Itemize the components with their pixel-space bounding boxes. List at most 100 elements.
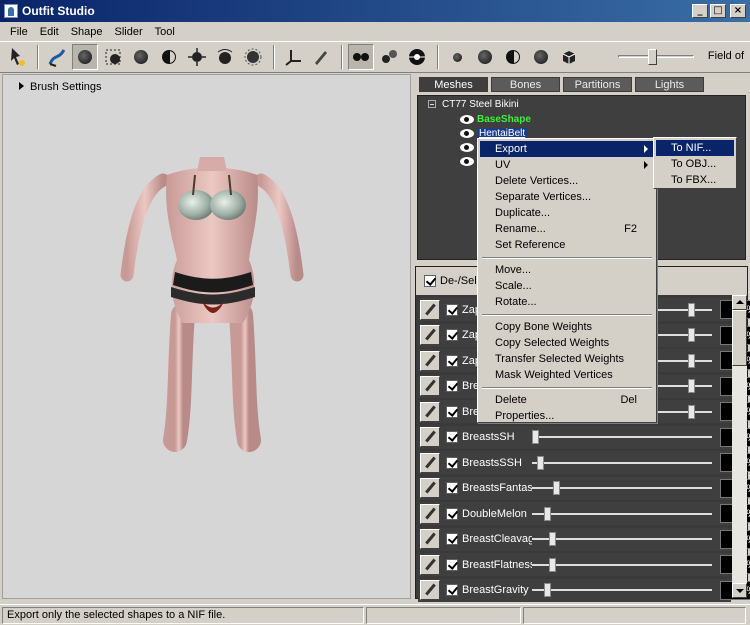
- slider-checkbox[interactable]: [446, 380, 458, 392]
- 3d-viewport[interactable]: Brush Settings: [2, 74, 411, 599]
- tree-node-hidden[interactable]: [460, 143, 477, 152]
- slider-knob[interactable]: [544, 506, 552, 521]
- menu-item-delete[interactable]: Delete Del: [480, 392, 654, 408]
- slider-checkbox[interactable]: [446, 584, 458, 596]
- menu-edit[interactable]: Edit: [34, 26, 65, 38]
- field-of-view-thumb[interactable]: [648, 49, 657, 65]
- slider-knob[interactable]: [549, 557, 557, 572]
- light-toggle-button[interactable]: [444, 44, 470, 70]
- slider-checkbox[interactable]: [446, 507, 458, 520]
- menu-slider[interactable]: Slider: [109, 26, 149, 38]
- slider-track[interactable]: [532, 583, 712, 597]
- slider-knob[interactable]: [687, 353, 695, 368]
- edit-slider-pencil-icon[interactable]: [420, 401, 440, 422]
- visibility-eye-icon[interactable]: [460, 115, 474, 124]
- slider-checkbox[interactable]: [446, 533, 458, 545]
- pivot-tool-button[interactable]: [280, 44, 306, 70]
- slider-checkbox[interactable]: [446, 405, 458, 418]
- menu-item-properties[interactable]: Properties...: [480, 408, 654, 424]
- maximize-button[interactable]: □: [710, 4, 726, 18]
- segment-mode-button[interactable]: [376, 44, 402, 70]
- scroll-up-icon[interactable]: [732, 295, 747, 310]
- tree-root[interactable]: CT77 Steel Bikini: [428, 99, 519, 110]
- slider-track[interactable]: [532, 455, 712, 470]
- slider-checkbox[interactable]: [446, 431, 458, 443]
- slider-knob[interactable]: [687, 404, 695, 419]
- slider-knob[interactable]: [537, 455, 545, 470]
- minimize-button[interactable]: _: [692, 4, 708, 18]
- slider-knob[interactable]: [687, 328, 695, 342]
- shade-toggle-button[interactable]: [500, 44, 526, 70]
- edit-slider-pencil-icon[interactable]: [420, 427, 440, 447]
- deflate-brush-button[interactable]: [156, 44, 182, 70]
- menu-item-scale[interactable]: Scale...: [480, 278, 654, 294]
- slider-checkbox[interactable]: [446, 303, 458, 316]
- pencil-tool-button[interactable]: [308, 44, 334, 70]
- edit-slider-pencil-icon[interactable]: [420, 478, 440, 498]
- select-tool-button[interactable]: [4, 44, 30, 70]
- slider-checkbox[interactable]: [446, 456, 458, 469]
- visibility-eye-icon[interactable]: [460, 143, 474, 152]
- slider-checkbox[interactable]: [446, 354, 458, 367]
- submenu-item-to-nif[interactable]: To NIF...: [656, 140, 734, 156]
- menu-item-transfer-selected-weights[interactable]: Transfer Selected Weights: [480, 351, 654, 367]
- slider-checkbox[interactable]: [446, 329, 458, 341]
- edit-slider-pencil-icon[interactable]: [420, 299, 440, 320]
- slider-track[interactable]: [532, 481, 712, 495]
- weight-brush-button[interactable]: [240, 44, 266, 70]
- menu-shape[interactable]: Shape: [65, 26, 109, 38]
- edit-slider-pencil-icon[interactable]: [420, 580, 440, 600]
- vertex-mode-button[interactable]: [348, 44, 374, 70]
- slider-track[interactable]: [532, 506, 712, 521]
- slider-track[interactable]: [532, 532, 712, 546]
- mask-brush-button[interactable]: [100, 44, 126, 70]
- menu-item-copy-selected-weights[interactable]: Copy Selected Weights: [480, 335, 654, 351]
- menu-item-copy-bone-weights[interactable]: Copy Bone Weights: [480, 319, 654, 335]
- menu-item-set-reference[interactable]: Set Reference: [480, 237, 654, 253]
- slider-checkbox[interactable]: [446, 482, 458, 494]
- menu-item-move[interactable]: Move...: [480, 262, 654, 278]
- solid-toggle-button[interactable]: [528, 44, 554, 70]
- menu-item-uv[interactable]: UV: [480, 157, 654, 173]
- edit-slider-pencil-icon[interactable]: [420, 503, 440, 524]
- tree-node-hidden[interactable]: [460, 157, 477, 166]
- tab-meshes[interactable]: Meshes: [419, 77, 488, 92]
- collapse-icon[interactable]: [428, 100, 436, 108]
- submenu-item-to-obj[interactable]: To OBJ...: [656, 156, 734, 172]
- smooth-brush-button[interactable]: [212, 44, 238, 70]
- slider-knob[interactable]: [687, 302, 695, 317]
- visibility-eye-icon[interactable]: [460, 129, 474, 138]
- menu-item-mask-weighted-vertices[interactable]: Mask Weighted Vertices: [480, 367, 654, 383]
- slider-knob[interactable]: [532, 430, 539, 444]
- menu-file[interactable]: File: [4, 26, 34, 38]
- menu-item-export[interactable]: Export: [480, 141, 654, 157]
- move-brush-button[interactable]: [184, 44, 210, 70]
- slider-knob[interactable]: [544, 583, 552, 597]
- slider-knob[interactable]: [552, 481, 560, 495]
- tab-partitions[interactable]: Partitions: [563, 77, 632, 92]
- slider-track[interactable]: [532, 557, 712, 572]
- edit-slider-pencil-icon[interactable]: [420, 529, 440, 549]
- wireframe-toggle-button[interactable]: [404, 44, 430, 70]
- field-of-view-slider[interactable]: [618, 49, 694, 65]
- edit-slider-pencil-icon[interactable]: [420, 350, 440, 371]
- tree-node-baseshape[interactable]: BaseShape: [460, 114, 531, 125]
- menu-tool[interactable]: Tool: [149, 26, 181, 38]
- tab-bones[interactable]: Bones: [491, 77, 560, 92]
- menu-item-separate-vertices[interactable]: Separate Vertices...: [480, 189, 654, 205]
- edit-slider-pencil-icon[interactable]: [420, 452, 440, 473]
- menu-item-rotate[interactable]: Rotate...: [480, 294, 654, 310]
- menu-item-rename[interactable]: Rename... F2: [480, 221, 654, 237]
- scroll-down-icon[interactable]: [732, 583, 747, 598]
- tab-lights[interactable]: Lights: [635, 77, 704, 92]
- submenu-item-to-fbx[interactable]: To FBX...: [656, 172, 734, 188]
- close-button[interactable]: ×: [730, 4, 746, 18]
- brush-standard-button[interactable]: [72, 44, 98, 70]
- slider-checkbox[interactable]: [446, 558, 458, 571]
- edit-slider-pencil-icon[interactable]: [420, 325, 440, 345]
- edit-slider-pencil-icon[interactable]: [420, 554, 440, 575]
- edit-slider-pencil-icon[interactable]: [420, 376, 440, 396]
- cube-view-button[interactable]: [556, 44, 582, 70]
- scroll-thumb[interactable]: [732, 310, 747, 366]
- slider-knob[interactable]: [549, 532, 557, 546]
